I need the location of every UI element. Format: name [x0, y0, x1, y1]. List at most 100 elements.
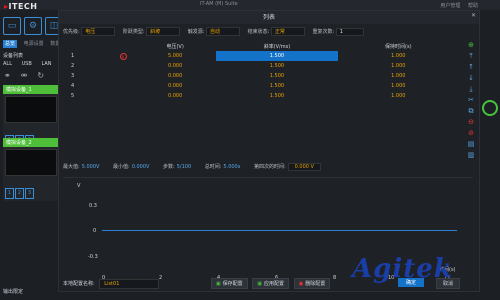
save-config-button[interactable]: ▣ 保存配置: [210, 278, 248, 289]
repeat-label: 重复次数:: [312, 29, 335, 35]
settings-icon[interactable]: ⚙: [24, 17, 42, 35]
save-icon: ▣: [215, 281, 221, 287]
channel-button[interactable]: 3: [25, 188, 34, 199]
delete-row-icon[interactable]: ×: [119, 52, 127, 60]
header-index: [63, 41, 112, 51]
hold-cell[interactable]: 1.000: [338, 51, 459, 61]
app-title: IT-AM (M) Suite: [200, 1, 238, 7]
move-bottom-icon[interactable]: ⤓: [466, 85, 476, 96]
device-thumbnail: [5, 96, 57, 123]
refresh-icon[interactable]: ↻: [37, 71, 44, 80]
user-management-link[interactable]: 用户管理: [440, 3, 460, 9]
subnav-overview[interactable]: 总览: [3, 40, 18, 48]
table-row[interactable]: 3 0.000 1.500 1.000: [63, 71, 459, 81]
slope-cell[interactable]: 1.500: [216, 91, 337, 101]
slope-cell[interactable]: 1.500: [216, 61, 337, 71]
close-icon[interactable]: ✕: [471, 12, 476, 19]
delete-config-button[interactable]: ▣ 删除配置: [293, 278, 331, 289]
tab-lan[interactable]: LAN: [41, 61, 51, 67]
import-icon[interactable]: ▤: [466, 140, 476, 151]
priority-select[interactable]: 电压: [81, 27, 116, 36]
delete-icon[interactable]: ⊖: [466, 118, 476, 129]
add-row-icon[interactable]: ⊕: [466, 41, 476, 52]
move-top-icon[interactable]: ⤒: [466, 52, 476, 63]
table-toolbar: ⊕ ⤒ ↑ ↓ ⤓ ✂ ⧉ ⊖ ⊘ ▤ ▥: [466, 41, 476, 162]
apply-config-label: 应用配置: [263, 281, 284, 287]
unlink-icon[interactable]: ⚮: [21, 71, 28, 80]
steps-label: 步数:: [163, 164, 175, 170]
list-dialog: 列表 ✕ 优先级: 电压 阶跃类型: 斜坡 触发源: 自动 结束状态: 正常 重…: [58, 10, 480, 292]
step-type-label: 阶跃类型:: [122, 29, 145, 35]
delete-config-icon: ▣: [298, 281, 304, 287]
hold-cell[interactable]: 1.000: [338, 61, 459, 71]
list-table: 电压(V) 斜率(V/ms) 保持时间(s) 1 × 5.000 1.500 1…: [63, 41, 459, 101]
row-index: 5: [71, 93, 75, 99]
min-label: 最小值:: [113, 164, 130, 170]
voltage-cell[interactable]: 5.000: [134, 51, 216, 61]
max-value: 5.000V: [81, 164, 100, 170]
export-icon[interactable]: ▥: [466, 151, 476, 162]
hold-cell[interactable]: 1.000: [338, 91, 459, 101]
tab-usb[interactable]: USB: [22, 61, 32, 67]
move-down-icon[interactable]: ↓: [466, 74, 476, 85]
help-link[interactable]: 帮助: [468, 3, 478, 9]
divider: [63, 177, 473, 178]
repeat-input[interactable]: 1: [335, 28, 364, 36]
device-name: 模拟设备_2: [3, 138, 59, 147]
step-type-select[interactable]: 斜坡: [146, 27, 181, 36]
list-statistics: 最大值: 5.000V 最小值: 0.000V 步数: 5/100 总时间: 5.000…: [63, 163, 473, 171]
slope-cell[interactable]: 1.500: [216, 51, 338, 61]
table-row[interactable]: 5 0.000 1.500 1.000: [63, 91, 459, 101]
header-delete: [112, 41, 134, 51]
device-card-2[interactable]: 模拟设备_2 123: [3, 138, 59, 201]
hold-cell[interactable]: 1.000: [338, 71, 459, 81]
table-row[interactable]: 2 0.000 1.500 1.000: [63, 61, 459, 71]
cut-icon[interactable]: ✂: [466, 96, 476, 107]
voltage-cell[interactable]: 0.000: [134, 81, 216, 91]
header-slope: 斜率(V/ms): [263, 43, 291, 50]
slope-cell[interactable]: 1.500: [216, 71, 337, 81]
main-nav-icons: ▭ ⚙ ◫: [3, 13, 66, 35]
apply-config-button[interactable]: ▣ 应用配置: [252, 278, 289, 289]
row-index: 2: [71, 63, 75, 69]
y-tick: -0.3: [88, 254, 98, 260]
subnav-power-settings[interactable]: 电源设置: [24, 41, 44, 47]
header-hold-time: 保持时间(s): [385, 43, 412, 50]
table-header: 电压(V) 斜率(V/ms) 保持时间(s): [63, 41, 459, 51]
tab-all[interactable]: ALL: [3, 61, 12, 67]
table-row[interactable]: 1 × 5.000 1.500 1.000: [63, 51, 459, 61]
end-state-select[interactable]: 正常: [270, 27, 305, 36]
y-unit-label: V: [77, 183, 81, 189]
connection-icons: ⚭ ⚮ ↻: [4, 71, 54, 80]
overall-label: 第四次的时间:: [253, 164, 286, 170]
end-state-label: 结束状态:: [247, 29, 270, 35]
max-label: 最大值:: [63, 164, 80, 170]
brand-logo: ▸ITECH: [4, 2, 38, 11]
save-config-label: 保存配置: [222, 281, 243, 287]
overall-value[interactable]: 0.000 V: [287, 163, 321, 171]
total-time-label: 总时间:: [204, 164, 222, 170]
dialog-title: 列表: [59, 11, 479, 24]
link-icon[interactable]: ⚭: [4, 71, 11, 80]
series-line: [102, 230, 457, 231]
voltage-cell[interactable]: 0.000: [134, 91, 216, 101]
move-up-icon[interactable]: ↑: [466, 63, 476, 74]
trigger-label: 触发源:: [187, 29, 205, 35]
voltage-cell[interactable]: 0.000: [134, 61, 216, 71]
row-index: 1: [71, 53, 75, 59]
hold-cell[interactable]: 1.000: [338, 81, 459, 91]
y-tick: 0: [93, 228, 97, 234]
clear-icon[interactable]: ⊘: [466, 129, 476, 140]
config-name-select[interactable]: List01: [99, 279, 160, 289]
top-links: 用户管理 帮助: [434, 2, 478, 9]
slope-cell[interactable]: 1.500: [216, 81, 337, 91]
title-bar: ▸ITECH IT-AM (M) Suite 用户管理 帮助: [0, 0, 500, 11]
trigger-select[interactable]: 自动: [206, 27, 241, 36]
copy-icon[interactable]: ⧉: [466, 107, 476, 118]
channel-button[interactable]: 1: [5, 188, 14, 199]
overview-icon[interactable]: ▭: [3, 17, 21, 35]
voltage-cell[interactable]: 0.000: [134, 71, 216, 81]
watermark-logo: Agitek: [352, 254, 453, 284]
table-row[interactable]: 4 0.000 1.500 1.000: [63, 81, 459, 91]
channel-button[interactable]: 2: [15, 188, 24, 199]
